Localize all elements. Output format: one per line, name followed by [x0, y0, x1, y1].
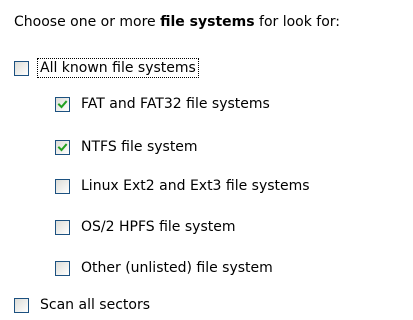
option-os2-hpfs[interactable]: OS/2 HPFS file system [55, 216, 238, 238]
instruction-bold: file systems [160, 14, 255, 30]
checkbox-scan-all-sectors[interactable] [14, 297, 29, 313]
checkbox-ntfs[interactable] [55, 139, 70, 155]
label-fat-fat32[interactable]: FAT and FAT32 file systems [78, 94, 273, 114]
checkmark-icon [57, 99, 68, 108]
option-ntfs[interactable]: NTFS file system [55, 136, 201, 158]
label-linux-ext2-ext3[interactable]: Linux Ext2 and Ext3 file systems [78, 176, 313, 196]
option-linux-ext2-ext3[interactable]: Linux Ext2 and Ext3 file systems [55, 175, 313, 197]
checkbox-fat-fat32[interactable] [55, 96, 70, 112]
instruction-suffix: for look for: [254, 14, 341, 30]
label-scan-all-sectors[interactable]: Scan all sectors [37, 295, 153, 315]
label-all-known-file-systems[interactable]: All known file systems [37, 58, 199, 78]
checkmark-icon [57, 142, 68, 151]
option-all-known-file-systems[interactable]: All known file systems [14, 57, 199, 79]
checkbox-linux-ext2-ext3[interactable] [55, 178, 70, 194]
option-fat-fat32[interactable]: FAT and FAT32 file systems [55, 93, 273, 115]
label-os2-hpfs[interactable]: OS/2 HPFS file system [78, 217, 238, 237]
checkbox-os2-hpfs[interactable] [55, 219, 70, 235]
option-scan-all-sectors[interactable]: Scan all sectors [14, 294, 153, 316]
checkbox-all-known-file-systems[interactable] [14, 60, 29, 76]
label-ntfs[interactable]: NTFS file system [78, 137, 201, 157]
instruction-prefix: Choose one or more [14, 14, 161, 30]
checkbox-other-unlisted[interactable] [55, 260, 70, 276]
option-other-unlisted[interactable]: Other (unlisted) file system [55, 257, 276, 279]
label-other-unlisted[interactable]: Other (unlisted) file system [78, 258, 276, 278]
file-system-options-panel: Choose one or more file systems for look… [0, 0, 413, 320]
instruction-text: Choose one or more file systems for look… [14, 11, 340, 33]
